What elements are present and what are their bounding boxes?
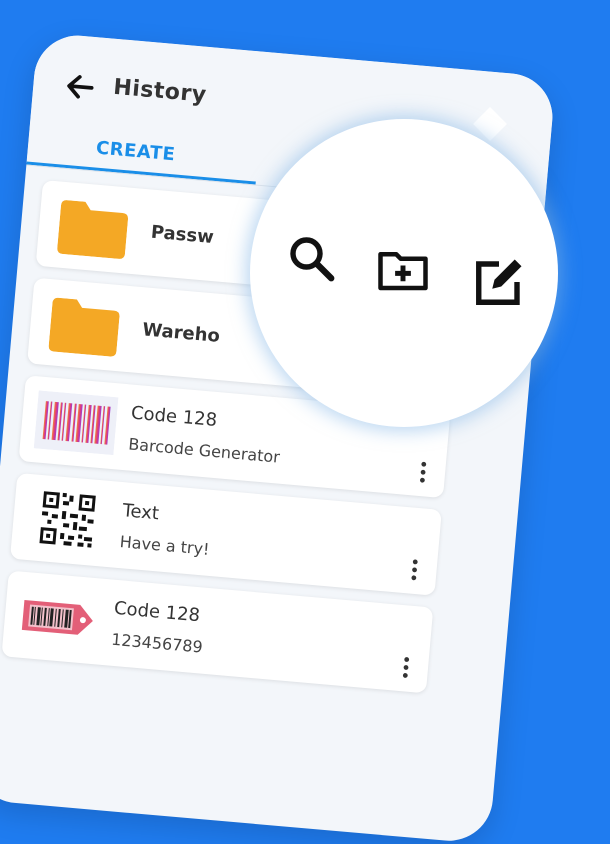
item-title: Text <box>121 500 160 525</box>
more-vert-icon[interactable] <box>410 558 420 583</box>
folder-icon <box>48 297 120 357</box>
more-vert-icon[interactable] <box>401 655 411 680</box>
item-title: Code 128 <box>113 597 201 627</box>
edit-icon[interactable] <box>472 255 526 309</box>
item-subtitle: Have a try! <box>119 532 211 559</box>
tag-barcode-thumbnail <box>21 599 93 635</box>
folder-name: Passw <box>150 221 215 249</box>
more-vert-icon[interactable] <box>418 460 428 485</box>
item-subtitle: Barcode Generator <box>127 434 281 467</box>
folder-add-icon[interactable] <box>376 243 430 297</box>
item-subtitle: 123456789 <box>110 629 204 657</box>
arrow-left-icon[interactable] <box>62 68 99 105</box>
folder-name: Wareho <box>141 319 221 347</box>
search-icon[interactable] <box>284 231 338 285</box>
qr-code-thumbnail <box>25 488 110 553</box>
barcode-thumbnail <box>33 390 119 456</box>
tab-create[interactable]: CREATE <box>95 138 176 166</box>
folder-icon <box>57 200 129 259</box>
page-title: History <box>112 74 208 108</box>
item-title: Code 128 <box>130 402 218 432</box>
zoom-callout <box>250 119 558 427</box>
